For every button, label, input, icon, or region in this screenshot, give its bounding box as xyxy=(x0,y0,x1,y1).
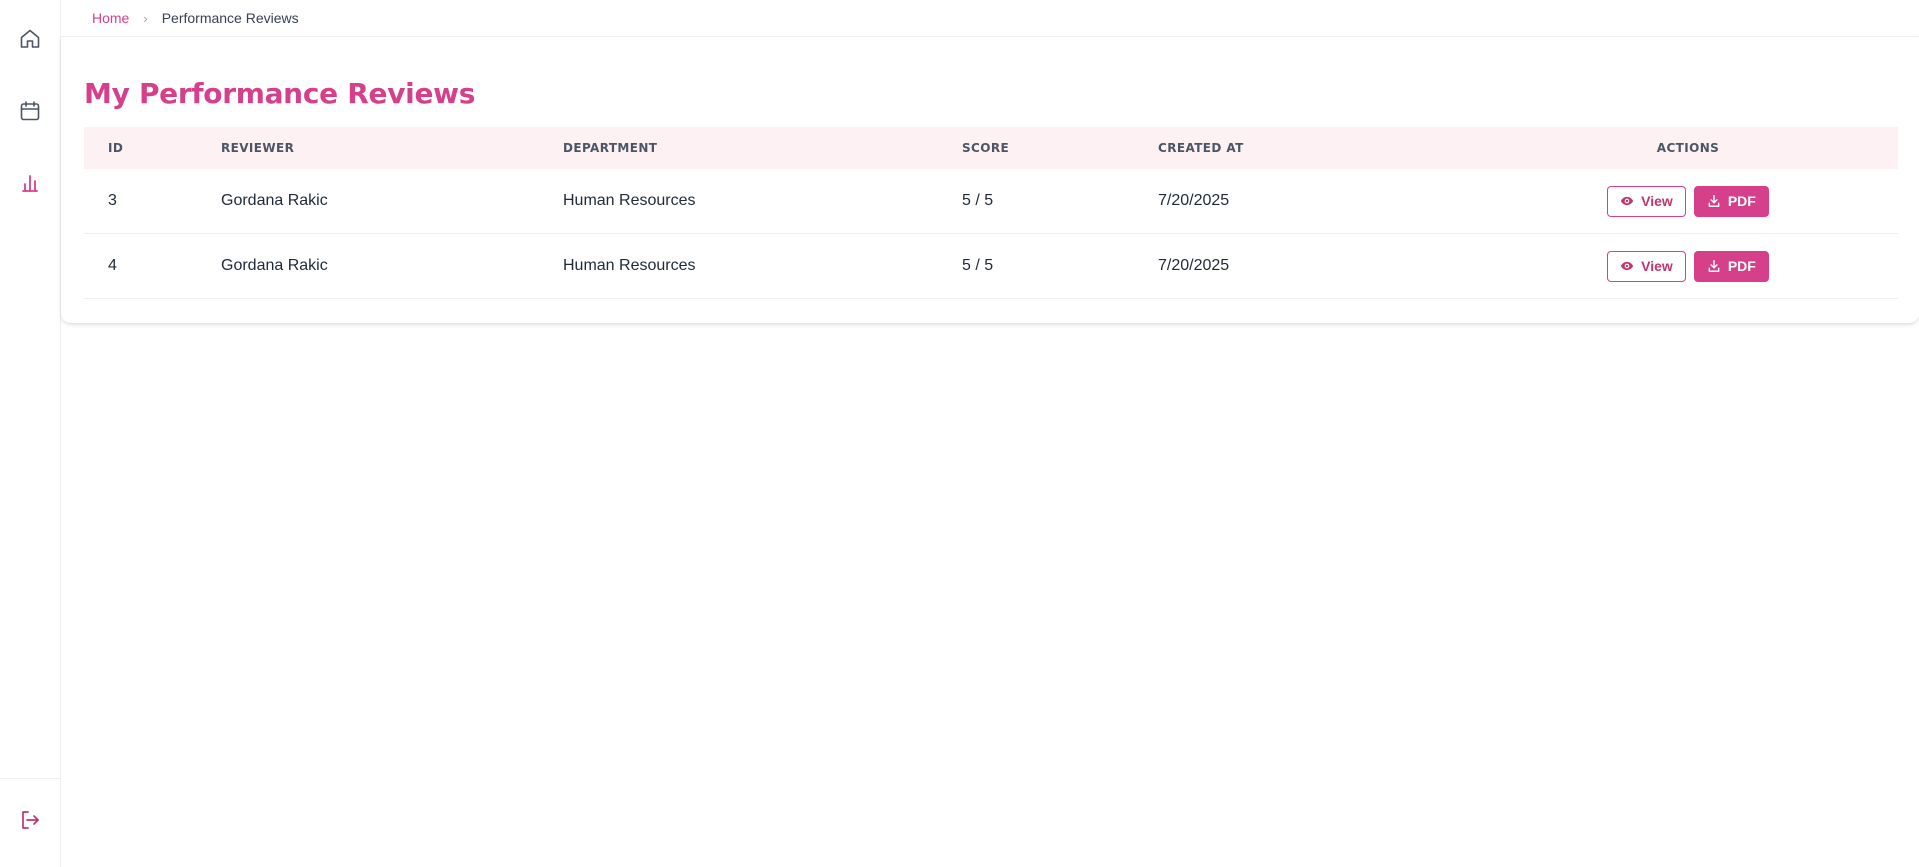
sidebar xyxy=(0,0,61,867)
row-actions: View PDF xyxy=(1478,185,1898,217)
logout-button[interactable] xyxy=(0,796,60,844)
cell-created-at: 7/20/2025 xyxy=(1158,257,1230,274)
breadcrumb: Home › Performance Reviews xyxy=(61,0,1919,37)
sidebar-item-home[interactable] xyxy=(0,15,60,63)
table-row: 3 Gordana Rakic Human Resources 5 / 5 7/… xyxy=(84,169,1898,234)
breadcrumb-separator: › xyxy=(143,10,148,26)
reviews-card: My Performance Reviews ID REVIEWER DEPAR… xyxy=(61,37,1919,323)
view-button[interactable]: View xyxy=(1607,185,1686,217)
cell-department: Human Resources xyxy=(563,257,696,274)
column-header-score: SCORE xyxy=(962,141,1010,155)
column-header-department: DEPARTMENT xyxy=(563,141,658,155)
cell-id: 4 xyxy=(108,257,117,274)
sidebar-item-calendar[interactable] xyxy=(0,87,60,135)
sidebar-divider xyxy=(0,778,60,779)
reviews-table: ID REVIEWER DEPARTMENT SCORE CREATED AT … xyxy=(84,127,1898,299)
pdf-button-label: PDF xyxy=(1727,258,1756,274)
row-actions: View PDF xyxy=(1478,250,1898,282)
eye-icon xyxy=(1621,261,1634,271)
breadcrumb-home-link[interactable]: Home xyxy=(92,10,129,26)
cell-department: Human Resources xyxy=(563,192,696,209)
table-header: ID REVIEWER DEPARTMENT SCORE CREATED AT … xyxy=(84,127,1898,169)
download-icon xyxy=(1708,195,1720,207)
page-title: My Performance Reviews xyxy=(84,77,476,110)
cell-score: 5 / 5 xyxy=(962,257,994,274)
view-button-label: View xyxy=(1641,193,1673,209)
pdf-download-button[interactable]: PDF xyxy=(1693,185,1769,217)
pdf-button-label: PDF xyxy=(1727,193,1756,209)
calendar-icon xyxy=(20,101,40,121)
logout-icon xyxy=(22,811,39,829)
column-header-reviewer: REVIEWER xyxy=(221,141,295,155)
column-header-id: ID xyxy=(108,141,124,155)
eye-icon xyxy=(1621,196,1634,206)
sidebar-item-performance[interactable] xyxy=(0,159,60,207)
cell-score: 5 / 5 xyxy=(962,192,994,209)
view-button[interactable]: View xyxy=(1607,250,1686,282)
cell-id: 3 xyxy=(108,192,117,209)
home-icon xyxy=(20,29,40,48)
pdf-download-button[interactable]: PDF xyxy=(1693,250,1769,282)
bar-chart-icon xyxy=(22,175,38,192)
column-header-actions: ACTIONS xyxy=(1656,141,1720,155)
table-row: 4 Gordana Rakic Human Resources 5 / 5 7/… xyxy=(84,234,1898,299)
download-icon xyxy=(1708,260,1720,272)
view-button-label: View xyxy=(1641,258,1673,274)
cell-created-at: 7/20/2025 xyxy=(1158,192,1230,209)
breadcrumb-current: Performance Reviews xyxy=(161,10,299,26)
column-header-created-at: CREATED AT xyxy=(1158,141,1244,155)
cell-reviewer: Gordana Rakic xyxy=(221,192,328,209)
cell-reviewer: Gordana Rakic xyxy=(221,257,328,274)
